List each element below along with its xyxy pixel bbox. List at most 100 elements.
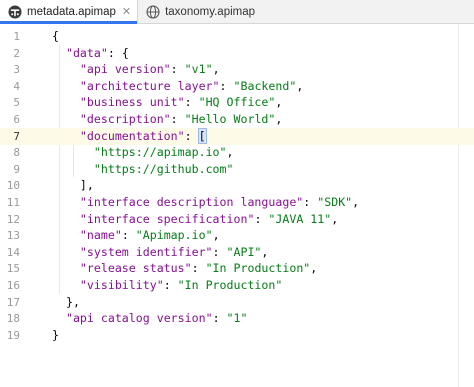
json-key: "interface description language" xyxy=(79,195,304,209)
code-line[interactable]: 14 "system identifier": "API", xyxy=(0,244,474,261)
code-line[interactable]: 2 "data": { xyxy=(0,45,474,62)
json-punctuation: : xyxy=(303,195,318,209)
json-punctuation xyxy=(52,112,80,126)
json-punctuation: } xyxy=(52,327,59,342)
line-number: 10 xyxy=(6,179,20,193)
tab-label: taxonomy.apimap xyxy=(165,5,256,18)
json-punctuation xyxy=(52,228,80,242)
line-number: 14 xyxy=(6,245,20,259)
json-string: "Apimap.io" xyxy=(135,228,213,243)
json-string: "Backend" xyxy=(233,78,297,93)
json-punctuation: , xyxy=(310,261,318,276)
text-caret xyxy=(205,128,207,142)
json-key: "data" xyxy=(65,45,108,60)
line-number: 8 xyxy=(13,146,20,160)
json-string: "JAVA 11" xyxy=(268,211,332,226)
tab-metadata-apimap[interactable]: metadata.apimap ✕ xyxy=(0,0,138,24)
json-punctuation xyxy=(52,295,66,309)
code-line[interactable]: 13 "name": "Apimap.io", xyxy=(0,227,474,244)
code-text: ], xyxy=(52,177,94,194)
json-punctuation xyxy=(52,95,80,109)
json-punctuation xyxy=(52,311,66,325)
code-text: "interface description language": "SDK", xyxy=(52,194,359,211)
line-number: 17 xyxy=(6,295,20,309)
json-punctuation: , xyxy=(212,228,220,243)
json-punctuation: : xyxy=(184,128,199,143)
line-number: 12 xyxy=(6,212,20,226)
code-line[interactable]: 9 "https://github.com" xyxy=(0,161,474,178)
line-number: 7 xyxy=(13,129,20,143)
line-number: 18 xyxy=(6,312,20,326)
tab-taxonomy-apimap[interactable]: taxonomy.apimap xyxy=(138,0,261,23)
json-punctuation: , xyxy=(212,62,220,77)
json-key: "api catalog version" xyxy=(65,311,213,326)
json-key: "interface specification" xyxy=(79,211,255,226)
json-punctuation: : xyxy=(170,62,185,77)
json-key: "business unit" xyxy=(79,95,185,110)
json-key: "api version" xyxy=(79,62,171,77)
json-key: "architecture layer" xyxy=(79,78,220,93)
json-string: "In Production" xyxy=(205,261,311,276)
json-punctuation xyxy=(52,162,94,176)
json-punctuation: : xyxy=(219,78,234,93)
json-string: "API" xyxy=(226,244,262,259)
json-punctuation: , xyxy=(275,95,283,110)
json-punctuation: , xyxy=(331,211,339,226)
line-number: 19 xyxy=(6,328,20,342)
code-line[interactable]: 15 "release status": "In Production", xyxy=(0,260,474,277)
code-text: "description": "Hello World", xyxy=(52,111,282,128)
json-punctuation xyxy=(52,46,66,60)
code-line[interactable]: 12 "interface specification": "JAVA 11", xyxy=(0,211,474,228)
code-text: "api version": "v1", xyxy=(52,61,220,78)
json-punctuation xyxy=(52,245,80,259)
code-text: "name": "Apimap.io", xyxy=(52,227,220,244)
json-punctuation xyxy=(52,261,80,275)
code-text: "api catalog version": "1" xyxy=(52,310,248,327)
json-punctuation: : xyxy=(191,261,206,276)
line-number: 9 xyxy=(13,162,20,176)
code-line[interactable]: 10 ], xyxy=(0,177,474,194)
code-line[interactable]: 8 "https://apimap.io", xyxy=(0,144,474,161)
json-punctuation: , xyxy=(275,112,283,126)
json-punctuation xyxy=(52,278,80,292)
line-number: 5 xyxy=(13,96,20,110)
code-text: { xyxy=(52,28,59,45)
code-line[interactable]: 4 "architecture layer": "Backend", xyxy=(0,78,474,95)
code-line[interactable]: 17 }, xyxy=(0,294,474,311)
code-line[interactable]: 19} xyxy=(0,327,474,344)
code-line[interactable]: 5 "business unit": "HQ Office", xyxy=(0,94,474,111)
line-number: 16 xyxy=(6,279,20,292)
json-punctuation: : xyxy=(254,211,269,226)
json-punctuation: , xyxy=(261,244,269,259)
code-editor[interactable]: 1{2 "data": {3 "api version": "v1", 4 "ar… xyxy=(0,24,474,387)
code-line[interactable]: 7 "documentation": [ xyxy=(0,127,474,145)
json-string: "1" xyxy=(226,311,248,326)
code-line[interactable]: 6 "description": "Hello World", xyxy=(0,111,474,128)
json-punctuation: , xyxy=(296,78,304,93)
json-punctuation xyxy=(52,212,80,226)
line-number: 13 xyxy=(6,229,20,243)
code-text: "data": { xyxy=(52,45,129,62)
ide-window: metadata.apimap ✕ taxonomy.apimap 1{2 "d… xyxy=(0,0,474,387)
editor-tab-bar: metadata.apimap ✕ taxonomy.apimap xyxy=(0,0,474,24)
code-line[interactable]: 11 "interface description language": "SD… xyxy=(0,194,474,211)
json-key: "name" xyxy=(79,228,122,243)
json-punctuation xyxy=(52,79,80,93)
code-line[interactable]: 3 "api version": "v1", xyxy=(0,61,474,78)
code-text: }, xyxy=(52,294,80,311)
json-punctuation xyxy=(52,195,80,209)
tab-label: metadata.apimap xyxy=(27,5,116,18)
code-line[interactable]: 16 "visibility": "In Production" xyxy=(0,277,474,294)
json-punctuation: : xyxy=(170,112,185,126)
code-text: "release status": "In Production", xyxy=(52,260,317,277)
close-icon[interactable]: ✕ xyxy=(122,5,131,18)
code-line[interactable]: 1{ xyxy=(0,28,474,45)
json-string: "In Production" xyxy=(177,278,283,292)
code-line[interactable]: 18 "api catalog version": "1" xyxy=(0,310,474,327)
code-text: "business unit": "HQ Office", xyxy=(52,94,282,111)
code-text: } xyxy=(52,327,59,344)
json-key: "description" xyxy=(79,112,171,126)
line-number: 6 xyxy=(13,113,20,126)
json-punctuation xyxy=(52,62,80,76)
json-punctuation: : xyxy=(184,95,199,110)
